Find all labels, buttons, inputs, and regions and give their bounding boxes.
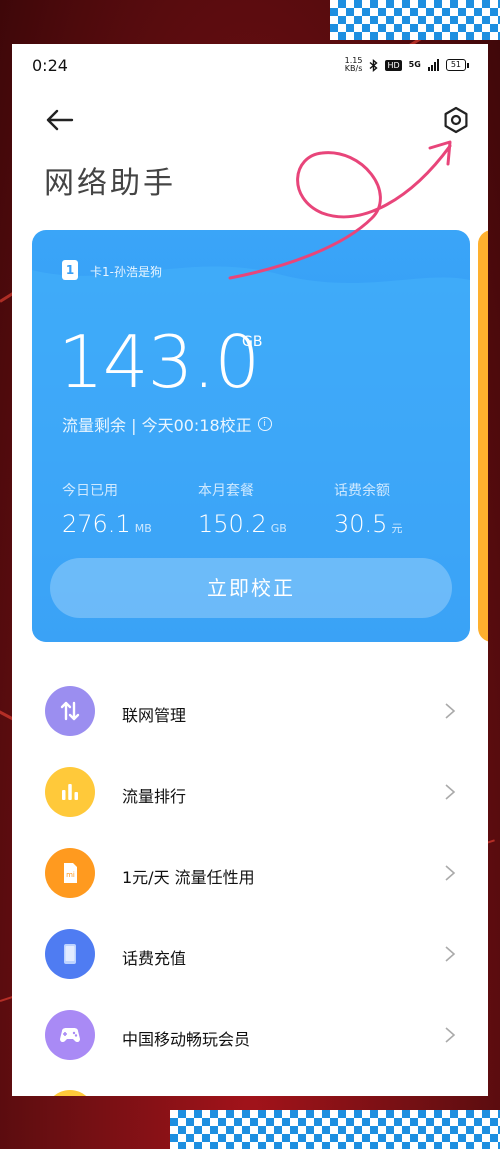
hd-badge: HD (385, 59, 402, 71)
remaining-caption-text: 流量剩余 | 今天00:18校正 (62, 416, 252, 435)
chevron-right-icon (445, 946, 456, 962)
chevron-right-icon (445, 784, 456, 800)
next-menu-icon-partial (45, 1090, 95, 1096)
calibrate-now-button[interactable]: 立即校正 (50, 558, 452, 618)
chevron-right-icon (445, 865, 456, 881)
stat-label: 今日已用 (62, 483, 118, 499)
stat-phone-balance: 话费余额 30.5 元 (334, 480, 402, 538)
menu-item-daily-data-plan[interactable]: mi 1元/天 流量任性用 (12, 832, 488, 913)
remaining-data-unit: GB (242, 334, 263, 350)
sim-label: 卡1-孙浩是狗 (90, 265, 162, 279)
status-time: 0:24 (32, 56, 68, 75)
stat-today-used: 今日已用 276.1 MB (62, 480, 152, 538)
chevron-right-icon (445, 703, 456, 719)
menu-item-label: 联网管理 (122, 706, 187, 725)
network-speed: 1.15 KB/s (345, 57, 363, 73)
speed-unit: KB/s (344, 64, 363, 73)
stat-value: 30.5 (334, 510, 388, 538)
chevron-right-icon (445, 1027, 456, 1043)
menu-item-phone-recharge[interactable]: 话费充值 (12, 913, 488, 994)
status-bar: 0:24 1.15 KB/s HD 5G 51 (12, 44, 488, 86)
stat-unit: GB (270, 522, 287, 535)
arrows-updown-icon (45, 686, 95, 736)
phone-card-icon (45, 929, 95, 979)
sim-card-icon: 1 (62, 260, 78, 280)
menu-item-label: 话费充值 (122, 949, 187, 968)
menu-item-network-management[interactable]: 联网管理 (12, 670, 488, 751)
next-sim-card-peek[interactable] (478, 230, 488, 642)
settings-gear-icon[interactable] (440, 104, 472, 136)
data-usage-card[interactable]: 1 卡1-孙浩是狗 143.0 GB 流量剩余 | 今天00:18校正 i 今日… (32, 230, 470, 642)
menu-item-china-mobile-membership[interactable]: 中国移动畅玩会员 (12, 994, 488, 1075)
svg-text:mi: mi (66, 871, 75, 879)
network-type: 5G (408, 60, 421, 69)
stat-value: 276.1 (62, 510, 131, 538)
remaining-caption: 流量剩余 | 今天00:18校正 i (62, 412, 272, 436)
bluetooth-icon (370, 58, 379, 72)
bar-chart-icon (45, 767, 95, 817)
stat-unit: 元 (391, 522, 403, 535)
menu-item-label: 中国移动畅玩会员 (122, 1030, 251, 1049)
gamepad-icon (45, 1010, 95, 1060)
stat-label: 本月套餐 (198, 483, 254, 499)
stat-unit: MB (134, 522, 152, 535)
signal-icon (427, 59, 439, 71)
info-icon[interactable]: i (257, 417, 272, 431)
feature-menu: 联网管理 流量排行 mi 1元/天 流量任性用 话费充值 中国移动畅玩会员 (12, 670, 488, 1075)
page-title: 网络助手 (44, 166, 176, 201)
battery-icon: 51 (445, 59, 470, 71)
menu-item-label: 流量排行 (122, 787, 187, 806)
stat-monthly-plan: 本月套餐 150.2 GB (198, 480, 287, 538)
menu-item-label: 1元/天 流量任性用 (122, 868, 255, 887)
phone-screen: 0:24 1.15 KB/s HD 5G 51 网络助手 1 卡1-孙浩是狗 1… (12, 44, 488, 1096)
stat-value: 150.2 (198, 510, 267, 538)
back-arrow-icon[interactable] (42, 102, 78, 138)
mi-sim-icon: mi (45, 848, 95, 898)
menu-item-traffic-ranking[interactable]: 流量排行 (12, 751, 488, 832)
remaining-data-value: 143.0 (58, 320, 260, 404)
stat-label: 话费余额 (334, 483, 390, 499)
